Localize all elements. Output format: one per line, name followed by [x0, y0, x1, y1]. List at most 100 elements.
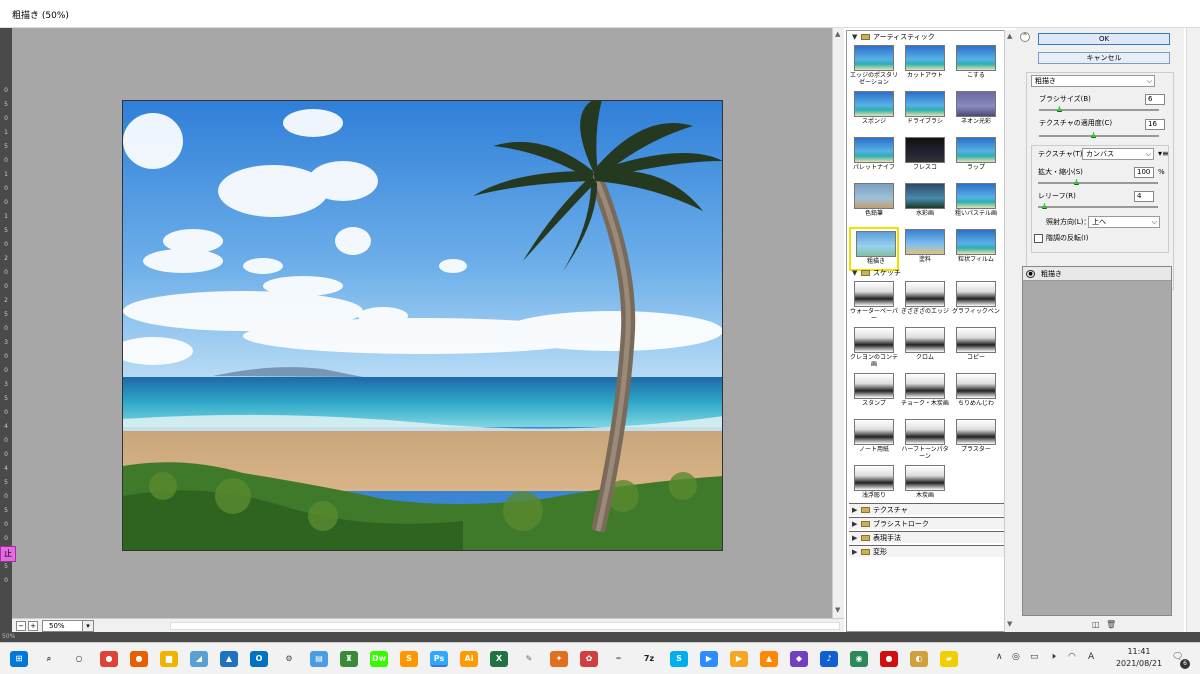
skype-icon[interactable]: S — [670, 651, 688, 667]
filter-thumb[interactable]: プラスター — [951, 417, 1001, 461]
filter-thumb[interactable]: コピー — [951, 325, 1001, 369]
texture-coverage-slider[interactable] — [1039, 132, 1159, 138]
filter-thumb[interactable]: パレットナイフ — [849, 135, 899, 179]
category-0[interactable]: ▼ アーティスティック — [849, 31, 1005, 43]
brush-size-input[interactable]: 6 — [1145, 94, 1165, 105]
filter-thumb[interactable]: 木炭画 — [900, 463, 950, 507]
category-5[interactable]: ▶ 変形 — [849, 545, 1005, 557]
tray-app-icon[interactable]: ◎ — [1012, 652, 1020, 662]
excel-icon[interactable]: X — [490, 651, 508, 667]
app2-icon[interactable]: ♜ — [340, 651, 358, 667]
filter-thumb[interactable]: ハーフトーンパターン — [900, 417, 950, 461]
filter-thumb[interactable]: ネオン光彩 — [951, 89, 1001, 133]
relief-input[interactable]: 4 — [1134, 191, 1154, 202]
filter-thumb[interactable]: 水彩画 — [900, 181, 950, 225]
zoom-out-button[interactable]: − — [16, 621, 26, 631]
clock[interactable]: 11:41 2021/08/21 — [1112, 646, 1166, 670]
settings-icon[interactable]: ⚙ — [280, 651, 298, 667]
windows-icon[interactable]: ⊞ — [10, 651, 28, 667]
slider-knob[interactable] — [1042, 203, 1047, 209]
7zip-icon[interactable]: 7z — [640, 651, 658, 667]
photoshop-icon[interactable]: Ps — [430, 651, 448, 667]
canvas-vertical-scrollbar[interactable]: ▲ ▼ — [832, 28, 844, 618]
filter-thumb[interactable]: スポンジ — [849, 89, 899, 133]
scroll-down-icon[interactable]: ▼ — [835, 606, 840, 614]
filter-thumb[interactable]: 粒状フィルム — [951, 227, 1001, 271]
butterfly-icon[interactable]: ✦ — [550, 651, 568, 667]
filter-thumb[interactable]: こする — [951, 43, 1001, 87]
light-direction-select[interactable]: 上へ ⌵ — [1088, 216, 1160, 228]
invert-checkbox[interactable] — [1034, 234, 1043, 243]
filter-thumb[interactable]: カットアウト — [900, 43, 950, 87]
slider-knob[interactable] — [1057, 106, 1062, 112]
zoom-in-button[interactable]: + — [28, 621, 38, 631]
app-icon[interactable]: ◢ — [190, 651, 208, 667]
preview-canvas[interactable] — [12, 28, 832, 618]
cortana-icon[interactable]: ○ — [70, 651, 88, 667]
app6-icon[interactable]: ◉ — [850, 651, 868, 667]
volume-icon[interactable]: 🕨 — [1050, 652, 1056, 662]
news-icon[interactable]: ▤ — [310, 651, 328, 667]
slider-knob[interactable] — [1074, 179, 1079, 185]
firefox-icon[interactable]: ● — [130, 651, 148, 667]
scaling-slider[interactable] — [1038, 179, 1158, 185]
zoom-icon[interactable]: ▶ — [700, 651, 718, 667]
canvas-horizontal-scrollbar[interactable] — [170, 622, 840, 630]
ok-button[interactable]: OK — [1038, 33, 1170, 45]
app7-icon[interactable]: ◐ — [910, 651, 928, 667]
photos-icon[interactable]: ▲ — [220, 651, 238, 667]
filter-thumb[interactable]: ウォーターペーパー — [849, 279, 899, 323]
media-icon[interactable]: ▶ — [730, 651, 748, 667]
eye-icon[interactable]: ● — [1026, 270, 1035, 278]
brush-size-slider[interactable] — [1039, 106, 1159, 112]
sticky-icon[interactable]: ▰ — [940, 651, 958, 667]
relief-slider[interactable] — [1038, 203, 1158, 209]
dreamweaver-icon[interactable]: Dw — [370, 651, 388, 667]
chrome-icon[interactable]: ● — [100, 651, 118, 667]
new-effect-layer-icon[interactable]: ◫ — [1092, 620, 1100, 629]
search-icon[interactable]: ⌕ — [40, 651, 58, 667]
filter-thumb[interactable]: グラフィックペン — [951, 279, 1001, 323]
app4-icon[interactable]: ✿ — [580, 651, 598, 667]
preview-image[interactable] — [122, 100, 723, 551]
texture-select[interactable]: カンバス ⌵ — [1082, 148, 1154, 160]
side-tag[interactable]: 止 — [0, 546, 16, 562]
category-1[interactable]: ▼ スケッチ — [849, 267, 1005, 279]
texture-menu-icon[interactable]: ▾≡ — [1158, 149, 1169, 158]
filter-thumb[interactable]: 粗いパステル画 — [951, 181, 1001, 225]
app5-icon[interactable]: ◆ — [790, 651, 808, 667]
zoom-dropdown[interactable]: ▾ — [82, 620, 94, 632]
network-icon[interactable]: ◠ — [1068, 652, 1076, 662]
filter-thumb[interactable]: クレヨンのコンテ画 — [849, 325, 899, 369]
filter-thumb[interactable]: 粗描き — [849, 227, 899, 271]
slider-knob[interactable] — [1091, 132, 1096, 138]
gallery-scroll-up-icon[interactable]: ▲ — [1007, 32, 1012, 40]
filter-thumb[interactable]: フレスコ — [900, 135, 950, 179]
collapse-gallery-button[interactable]: ^ — [1020, 32, 1030, 42]
cancel-button[interactable]: キャンセル — [1038, 52, 1170, 64]
filter-thumb[interactable]: スタンプ — [849, 371, 899, 415]
filter-thumb[interactable]: ドライブラシ — [900, 89, 950, 133]
record-icon[interactable]: ● — [880, 651, 898, 667]
vlc-icon[interactable]: ▲ — [760, 651, 778, 667]
filter-thumb[interactable]: チョーク・木炭画 — [900, 371, 950, 415]
scroll-up-icon[interactable]: ▲ — [835, 30, 840, 38]
scaling-input[interactable]: 100 — [1134, 167, 1154, 178]
explorer-icon[interactable]: ▆ — [160, 651, 178, 667]
battery-icon[interactable]: ▭ — [1030, 652, 1039, 662]
effect-layer-row[interactable]: ● 粗描き — [1023, 267, 1171, 281]
category-2[interactable]: ▶ テクスチャ — [849, 503, 1005, 515]
app3-icon[interactable]: ✎ — [520, 651, 538, 667]
trash-icon[interactable]: 🗑 — [1106, 620, 1116, 629]
panel-scrollbar[interactable] — [1186, 28, 1200, 632]
pen-icon[interactable]: ✒ — [610, 651, 628, 667]
filter-thumb[interactable]: エッジのポスタリゼーション — [849, 43, 899, 87]
filter-thumb[interactable]: 浅浮彫り — [849, 463, 899, 507]
zoom-value[interactable]: 50% — [42, 620, 84, 632]
sublime-icon[interactable]: S — [400, 651, 418, 667]
filter-thumb[interactable]: ラップ — [951, 135, 1001, 179]
filter-thumb[interactable]: 色鉛筆 — [849, 181, 899, 225]
music-icon[interactable]: ♪ — [820, 651, 838, 667]
filter-thumb[interactable]: ぎざぎざのエッジ — [900, 279, 950, 323]
texture-coverage-input[interactable]: 16 — [1145, 119, 1165, 130]
